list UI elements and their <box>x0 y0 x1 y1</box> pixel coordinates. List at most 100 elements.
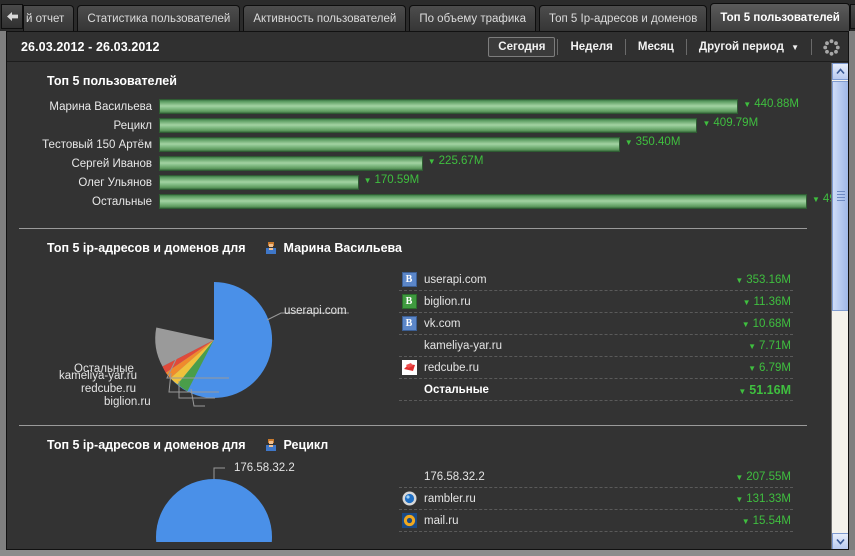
bar-row[interactable]: Марина Васильева ▼440.88M <box>19 98 807 115</box>
pie-slice-ip <box>156 479 272 542</box>
domain-value-text: 10.68M <box>753 318 791 330</box>
domain-name: rambler.ru <box>424 493 735 505</box>
domain-value-text: 353.16M <box>746 274 791 286</box>
vk-favicon: B <box>401 316 417 332</box>
domains-body: userapi.com Остальные kameliya-yar.ru re… <box>19 265 807 415</box>
no-favicon <box>401 469 417 485</box>
bar-row[interactable]: Тестовый 150 Артём ▼350.40M <box>19 136 807 153</box>
pie-label-userapi: userapi.com <box>284 305 347 317</box>
bar-value-text: 350.40M <box>636 136 681 148</box>
bar-fill <box>159 194 807 209</box>
pie-leader-line <box>214 468 225 479</box>
domain-value-text: 15.54M <box>753 515 791 527</box>
domain-name: Остальные <box>424 384 738 396</box>
domain-row[interactable]: 176.58.32.2 ▼207.55M <box>399 466 793 488</box>
mail-favicon-glyph <box>402 513 417 528</box>
scroll-up-button[interactable] <box>832 63 849 80</box>
tab-user-statistics[interactable]: Статистика пользователей <box>77 5 240 31</box>
tab-label: По объему трафика <box>419 13 526 25</box>
pie-svg <box>19 265 399 415</box>
tab-scroll-right-button[interactable] <box>850 4 855 29</box>
bar-row[interactable]: Рецикл ▼409.79M <box>19 117 807 134</box>
domain-name: userapi.com <box>424 274 735 286</box>
toolbar-actions: Сегодня Неделя Месяц Другой период ▼ <box>488 32 842 62</box>
domain-value-text: 11.36M <box>753 296 791 308</box>
period-today-button[interactable]: Сегодня <box>488 37 555 57</box>
domain-row[interactable]: B biglion.ru ▼11.36M <box>399 291 793 313</box>
pie-label-kameliya: kameliya-yar.ru <box>59 370 137 382</box>
bar-category-label: Марина Васильева <box>19 101 159 113</box>
chevron-down-icon: ▼ <box>791 43 799 52</box>
scrollbar-thumb[interactable] <box>832 81 849 311</box>
triangle-down-icon: ▼ <box>738 387 746 396</box>
rambler-favicon <box>401 491 417 507</box>
favicon-letter: B <box>402 316 417 331</box>
domain-name: 176.58.32.2 <box>424 471 735 483</box>
tab-top5-ip-domains[interactable]: Топ 5 Ip-адресов и доменов <box>539 5 707 31</box>
bar-category-label: Тестовый 150 Артём <box>19 139 159 151</box>
mail-favicon <box>401 513 417 529</box>
tab-by-traffic-volume[interactable]: По объему трафика <box>409 5 536 31</box>
domain-value: ▼51.16M <box>738 383 791 397</box>
user-avatar-icon <box>264 438 278 452</box>
bar-value: ▼409.79M <box>697 117 758 129</box>
period-week-button[interactable]: Неделя <box>560 37 622 57</box>
pie-label-ip: 176.58.32.2 <box>234 462 295 474</box>
scroll-down-button[interactable] <box>832 533 849 550</box>
domain-value: ▼207.55M <box>735 471 791 483</box>
bar-value-text: 225.67M <box>439 155 484 167</box>
domain-row[interactable]: rambler.ru ▼131.33M <box>399 488 793 510</box>
domain-value: ▼7.71M <box>748 340 791 352</box>
domain-row[interactable]: B vk.com ▼10.68M <box>399 313 793 335</box>
biglion-favicon: B <box>401 294 417 310</box>
user-avatar-icon <box>264 241 278 255</box>
chevron-down-icon <box>836 538 845 545</box>
bar-row[interactable]: Олег Ульянов ▼170.59M <box>19 174 807 191</box>
domain-value-text: 6.79M <box>759 362 791 374</box>
bar-track: ▼440.88M <box>159 99 807 114</box>
tab-label: Статистика пользователей <box>87 13 230 25</box>
domain-row-total[interactable]: Остальные ▼51.16M <box>399 379 793 401</box>
app-window: й отчет Статистика пользователей Активно… <box>0 0 855 556</box>
tab-report[interactable]: й отчет <box>23 5 74 31</box>
triangle-down-icon: ▼ <box>742 320 750 329</box>
rambler-favicon-glyph <box>402 491 417 506</box>
domain-value: ▼6.79M <box>748 362 791 374</box>
tab-label: й отчет <box>26 13 64 25</box>
tab-user-activity[interactable]: Активность пользователей <box>243 5 406 31</box>
triangle-down-icon: ▼ <box>743 298 751 307</box>
triangle-down-icon: ▼ <box>364 176 372 185</box>
bar-fill <box>159 137 620 152</box>
pie-label-redcube: redcube.ru <box>81 383 136 395</box>
domains-pie-chart: userapi.com Остальные kameliya-yar.ru re… <box>19 265 399 415</box>
domain-value-text: 131.33M <box>746 493 791 505</box>
section-user: Марина Васильева <box>264 241 402 255</box>
triangle-down-icon: ▼ <box>702 119 710 128</box>
settings-button[interactable] <box>820 36 842 58</box>
domain-row[interactable]: redcube.ru ▼6.79M <box>399 357 793 379</box>
triangle-down-icon: ▼ <box>735 276 743 285</box>
period-custom-button[interactable]: Другой период ▼ <box>689 37 809 57</box>
bar-row[interactable]: Остальные ▼493.05M <box>19 193 807 210</box>
tab-top5-users[interactable]: Топ 5 пользователей <box>710 3 850 31</box>
arrow-left-icon <box>6 11 19 22</box>
scrollbar-grip-icon <box>837 189 845 203</box>
bar-row[interactable]: Сергей Иванов ▼225.67M <box>19 155 807 172</box>
domain-row[interactable]: kameliya-yar.ru ▼7.71M <box>399 335 793 357</box>
period-month-button[interactable]: Месяц <box>628 37 684 57</box>
tab-scroll-left-button[interactable] <box>1 4 23 29</box>
domain-row[interactable]: B userapi.com ▼353.16M <box>399 269 793 291</box>
section-heading: Топ 5 ip-адресов и доменов для <box>47 438 246 452</box>
vk-favicon: B <box>401 272 417 288</box>
report-toolbar: 26.03.2012 - 26.03.2012 Сегодня Неделя М… <box>7 32 848 62</box>
no-favicon <box>401 338 417 354</box>
tab-label: Активность пользователей <box>253 13 396 25</box>
toolbar-separator <box>557 39 558 55</box>
pie-svg <box>19 462 399 542</box>
toolbar-separator <box>811 39 812 55</box>
redcube-favicon-glyph <box>402 360 417 375</box>
bar-value-text: 170.59M <box>375 174 420 186</box>
vertical-scrollbar[interactable] <box>831 63 848 550</box>
favicon-letter: B <box>402 294 417 309</box>
domain-row[interactable]: mail.ru ▼15.54M <box>399 510 793 532</box>
